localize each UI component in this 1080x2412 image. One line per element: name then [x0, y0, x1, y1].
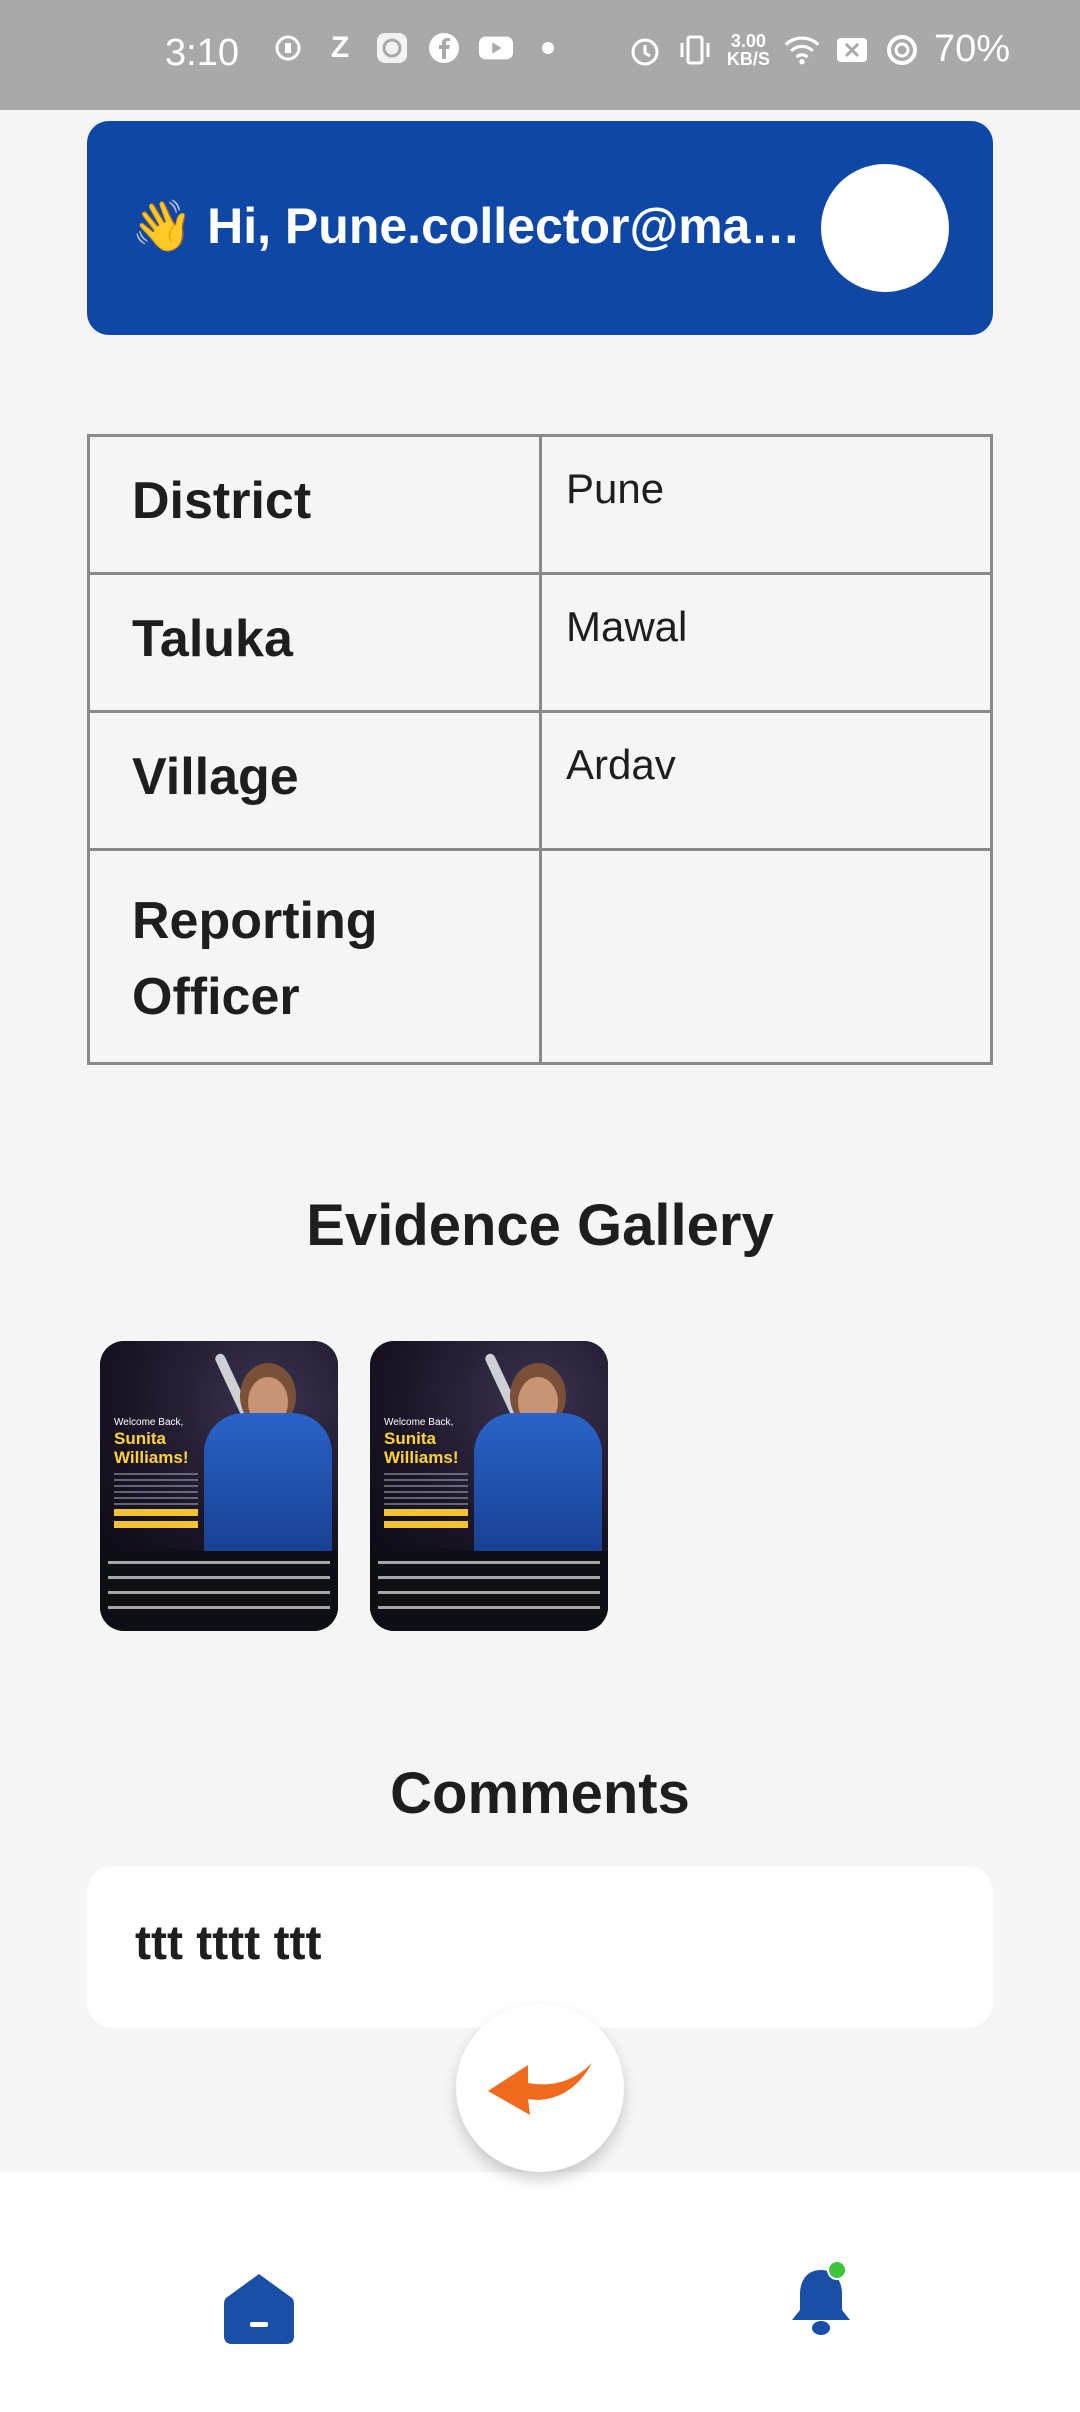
image-highlight-bar [114, 1521, 198, 1528]
facebook-icon [426, 30, 462, 66]
image-caption [370, 1551, 608, 1631]
alarm-icon [627, 32, 663, 68]
status-bar: 3:10 Z 3.00 KB/S 70% [0, 0, 1080, 110]
nav-home-button[interactable] [222, 2270, 296, 2346]
z-app-icon: Z [330, 31, 350, 64]
status-system-icons: 3.00 KB/S 70% [627, 28, 1010, 71]
image-highlight-bar [114, 1509, 198, 1516]
battery-saver-icon [884, 32, 920, 68]
evidence-image[interactable]: Welcome Back, Sunita Williams! [100, 1341, 338, 1631]
back-arrow-icon [488, 2063, 592, 2115]
youtube-icon [478, 30, 514, 66]
status-notification-icons: Z [270, 30, 566, 66]
camera-app-icon [374, 30, 410, 66]
table-row: Village Ardav [87, 710, 993, 851]
nav-notifications-button[interactable] [788, 2260, 854, 2340]
avatar[interactable] [821, 164, 949, 292]
phone-icon [270, 30, 306, 66]
sim-x-icon [834, 32, 870, 68]
comments-title: Comments [390, 1761, 690, 1826]
detail-label-district: District [87, 434, 542, 575]
battery-level: 70% [933, 28, 1010, 70]
image-body-text [384, 1473, 468, 1505]
back-button[interactable] [456, 2004, 624, 2172]
vibrate-icon [677, 32, 713, 68]
detail-label-reporting-officer: Reporting Officer [87, 848, 542, 1065]
image-welcome-text: Welcome Back, [384, 1417, 454, 1428]
table-row: District Pune [87, 434, 993, 575]
image-caption [100, 1551, 338, 1631]
detail-label-taluka: Taluka [87, 572, 542, 713]
status-time: 3:10 [165, 32, 239, 74]
greeting-card: 👋 Hi, Pune.collector@maharashtra.gov.in [87, 121, 993, 335]
astronaut-suit [204, 1413, 332, 1561]
details-table: District Pune Taluka Mawal Village Ardav… [87, 434, 993, 1065]
gallery-title: Evidence Gallery [306, 1193, 774, 1258]
bell-icon [792, 2260, 850, 2335]
image-name-text: Sunita Williams! [384, 1429, 459, 1467]
detail-value-reporting-officer [539, 848, 993, 1065]
image-highlight-bar [384, 1521, 468, 1528]
image-highlight-bar [384, 1509, 468, 1516]
evidence-image[interactable]: Welcome Back, Sunita Williams! [370, 1341, 608, 1631]
comment-text: ttt tttt ttt [135, 1917, 322, 1970]
net-speed: 3.00 KB/S [726, 30, 770, 69]
image-welcome-text: Welcome Back, [114, 1417, 184, 1428]
table-row: Taluka Mawal [87, 572, 993, 713]
evidence-gallery: Welcome Back, Sunita Williams! Welcome B… [100, 1341, 608, 1631]
detail-value-village: Ardav [539, 710, 993, 851]
detail-value-district: Pune [539, 434, 993, 575]
wifi-icon [784, 32, 820, 68]
bottom-navigation [0, 2172, 1080, 2412]
image-name-text: Sunita Williams! [114, 1429, 189, 1467]
greeting-text: 👋 Hi, Pune.collector@maharashtra.gov.in [131, 198, 811, 254]
table-row: Reporting Officer [87, 848, 993, 1065]
home-icon [224, 2274, 294, 2344]
detail-label-village: Village [87, 710, 542, 851]
dot-icon [530, 30, 566, 66]
detail-value-taluka: Mawal [539, 572, 993, 713]
image-body-text [114, 1473, 198, 1505]
astronaut-suit [474, 1413, 602, 1561]
